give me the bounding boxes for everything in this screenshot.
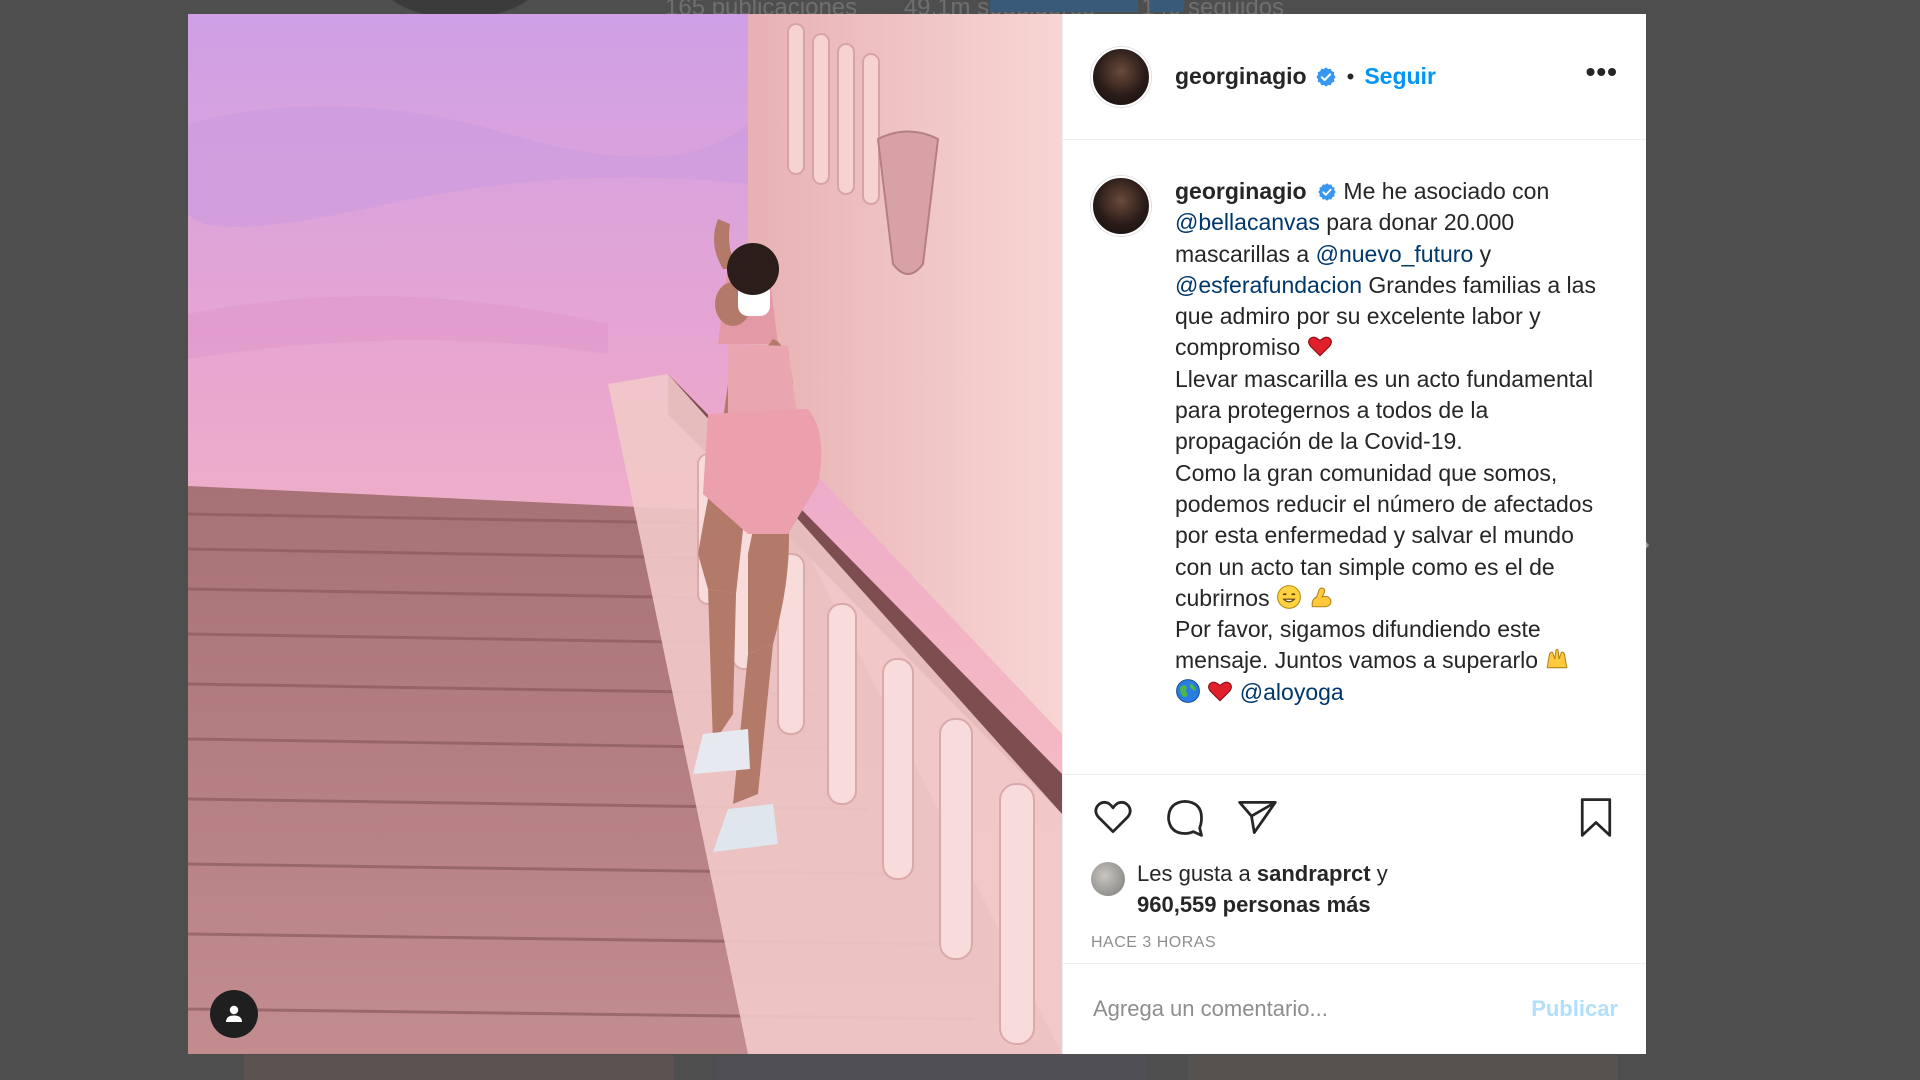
separator-dot: • xyxy=(1346,63,1355,89)
like-heart-icon[interactable] xyxy=(1091,795,1135,839)
likes-mid: y xyxy=(1376,861,1388,886)
mention-link[interactable]: @bellacanvas xyxy=(1175,209,1320,235)
more-options-icon[interactable]: ••• xyxy=(1586,56,1618,98)
likes-count[interactable]: 960,559 personas más xyxy=(1137,892,1371,917)
liker-avatar[interactable] xyxy=(1091,862,1125,896)
comment-box: Publicar xyxy=(1063,964,1646,1054)
user-icon xyxy=(226,1005,242,1022)
post-header: georginagio • Seguir ••• xyxy=(1063,14,1646,140)
post-image xyxy=(188,14,1062,1054)
caption-text-segment: Como la gran comunidad que somos, podemo… xyxy=(1175,459,1594,611)
caption-username[interactable]: georginagio xyxy=(1175,178,1307,204)
raising-hands-emoji-icon xyxy=(1547,649,1568,669)
caption-text-segment: Me he asociado con xyxy=(1343,178,1550,204)
share-paper-plane-icon[interactable] xyxy=(1235,795,1279,839)
smiling-face-emoji-icon xyxy=(1277,584,1301,609)
likes-text: Les gusta a sandraprct y 960,559 persona… xyxy=(1137,858,1388,920)
verified-badge-icon xyxy=(1316,66,1336,87)
red-heart-emoji-icon xyxy=(1307,337,1332,358)
comment-input[interactable] xyxy=(1091,995,1532,1023)
caption-author-avatar[interactable] xyxy=(1091,176,1151,236)
caption-text-segment: y xyxy=(1479,240,1492,267)
publish-button[interactable]: Publicar xyxy=(1531,996,1618,1022)
likes-prefix: Les gusta a xyxy=(1137,861,1251,886)
post-modal: georginagio • Seguir ••• georginagio Me … xyxy=(188,14,1646,1054)
profile-follow-button xyxy=(990,0,1138,12)
author-username[interactable]: georginagio xyxy=(1175,63,1307,90)
post-timestamp[interactable]: HACE 3 HORAS xyxy=(1063,922,1646,964)
grid-thumbnail xyxy=(1188,1055,1618,1080)
caption-text-segment: Llevar mascarilla es un acto fundamental… xyxy=(1175,365,1594,455)
save-bookmark-icon[interactable] xyxy=(1574,795,1618,839)
caption-text: georginagio Me he asociado con @bellacan… xyxy=(1175,176,1605,708)
grid-thumbnail xyxy=(716,1055,1146,1080)
tagged-users-button[interactable] xyxy=(210,990,258,1038)
profile-dropdown-button xyxy=(1150,0,1184,12)
likes-section: Les gusta a sandraprct y 960,559 persona… xyxy=(1063,858,1646,922)
liker-username[interactable]: sandraprct xyxy=(1257,861,1371,886)
caption-text-segment: Por favor, sigamos difundiendo este mens… xyxy=(1175,616,1541,674)
post-caption: georginagio Me he asociado con @bellacan… xyxy=(1063,140,1646,774)
comment-bubble-icon[interactable] xyxy=(1163,795,1207,839)
globe-emoji-icon xyxy=(1176,678,1200,703)
flexed-biceps-emoji-icon xyxy=(1312,587,1332,608)
post-actions-bar xyxy=(1063,774,1646,858)
red-heart-emoji-icon xyxy=(1208,681,1233,702)
follow-button[interactable]: Seguir xyxy=(1364,63,1436,90)
mention-link[interactable]: @aloyoga xyxy=(1240,679,1344,705)
verified-badge-icon xyxy=(1318,183,1336,201)
post-side-panel: georginagio • Seguir ••• georginagio Me … xyxy=(1062,14,1646,1054)
mention-link[interactable]: @nuevo_futuro xyxy=(1316,241,1474,267)
grid-thumbnail xyxy=(244,1055,674,1080)
author-avatar[interactable] xyxy=(1091,46,1151,107)
mention-link[interactable]: @esferafundacion xyxy=(1175,272,1362,298)
